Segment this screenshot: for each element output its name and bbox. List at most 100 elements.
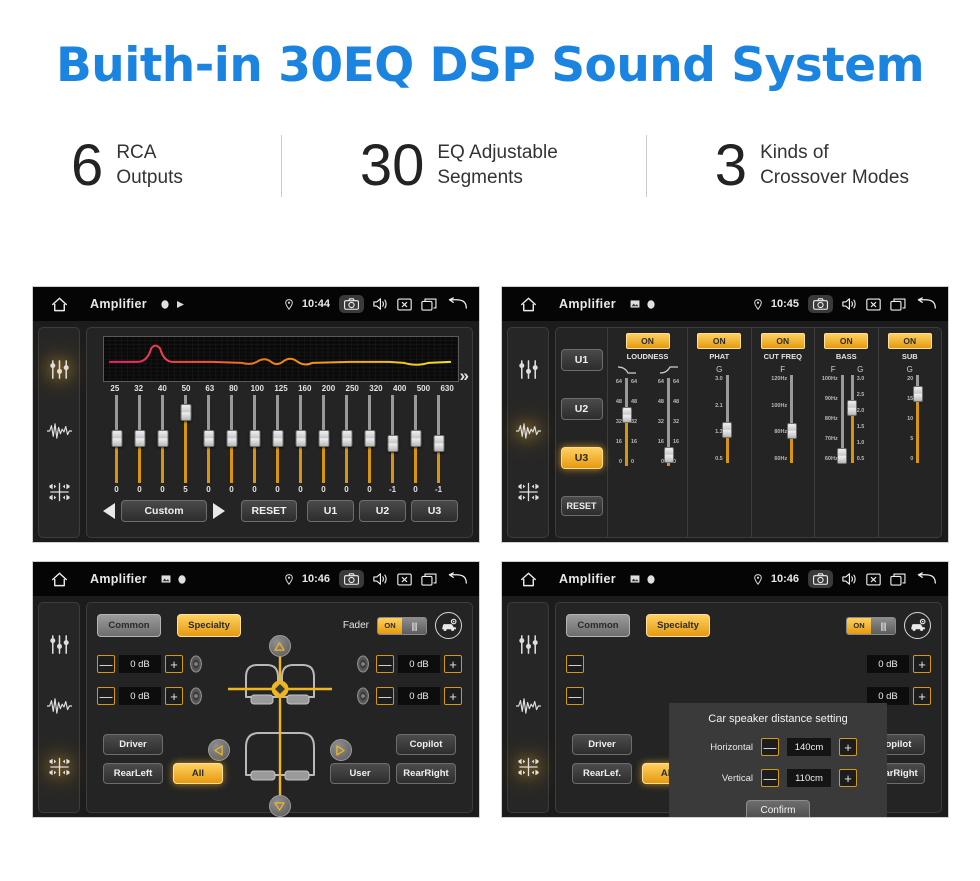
- eq-slider-50[interactable]: 5: [174, 395, 197, 499]
- eq-slider-25[interactable]: 0: [105, 395, 128, 499]
- preset-next-button[interactable]: [213, 503, 225, 519]
- multitask-icon[interactable]: [890, 297, 906, 311]
- slider-track[interactable]: [786, 375, 797, 463]
- eq-slider-track[interactable]: [387, 395, 398, 483]
- eq-slider-100[interactable]: 0: [243, 395, 266, 499]
- slider-curve-down-icon[interactable]: 64 48 32 16 0 64 48 32 16 0: [608, 365, 645, 537]
- balance-fader-icon[interactable]: [517, 756, 540, 783]
- eq-slider-knob[interactable]: [341, 430, 352, 447]
- eq-slider-knob[interactable]: [203, 430, 214, 447]
- camera-icon[interactable]: [339, 295, 364, 313]
- decrement-button[interactable]: —: [566, 687, 584, 705]
- slider-g[interactable]: G 3.0 2.1 1.3 0.5: [709, 365, 733, 537]
- slider-knob[interactable]: [912, 386, 923, 403]
- slider-g[interactable]: G 3.0 2.5 2.0 1.5 1.0 0.5: [847, 365, 871, 537]
- eq-slider-knob[interactable]: [318, 430, 329, 447]
- increment-button[interactable]: +: [444, 655, 462, 673]
- slider-f[interactable]: F 120Hz 100Hz 80Hz 60Hz: [771, 365, 797, 537]
- seat-diagram[interactable]: [207, 635, 352, 817]
- toggle-phat[interactable]: ON: [697, 333, 742, 349]
- decrement-button[interactable]: —: [566, 655, 584, 673]
- eq-slider-knob[interactable]: [272, 430, 283, 447]
- reset-button[interactable]: RESET: [241, 500, 297, 522]
- decrement-button[interactable]: —: [97, 687, 115, 705]
- eq-slider-32[interactable]: 0: [128, 395, 151, 499]
- waveform-icon[interactable]: [515, 696, 541, 721]
- reset-button[interactable]: RESET: [560, 496, 603, 517]
- equalizer-sliders-icon[interactable]: [48, 358, 71, 386]
- decrement-button[interactable]: —: [761, 769, 779, 787]
- position-driver-button[interactable]: Driver: [103, 734, 163, 755]
- equalizer-sliders-icon[interactable]: [48, 633, 71, 661]
- position-user-button[interactable]: User: [330, 763, 390, 784]
- move-down-button[interactable]: [268, 795, 291, 817]
- slider-knob[interactable]: [786, 423, 797, 440]
- slider-track[interactable]: [722, 375, 733, 463]
- home-icon[interactable]: [44, 296, 74, 312]
- eq-slider-track[interactable]: [318, 395, 329, 483]
- user-preset-u3[interactable]: U3: [411, 500, 458, 522]
- eq-slider-knob[interactable]: [111, 430, 122, 447]
- increment-button[interactable]: +: [165, 687, 183, 705]
- increment-button[interactable]: +: [839, 769, 857, 787]
- eq-slider-track[interactable]: [203, 395, 214, 483]
- slider-g[interactable]: G 20 15 10 5 0: [899, 365, 923, 537]
- eq-slider-knob[interactable]: [157, 430, 168, 447]
- eq-slider-track[interactable]: [111, 395, 122, 483]
- eq-slider-630[interactable]: -1: [427, 395, 450, 499]
- increment-button[interactable]: +: [165, 655, 183, 673]
- move-up-button[interactable]: [268, 635, 291, 657]
- multitask-icon[interactable]: [421, 572, 437, 586]
- user-preset-u1[interactable]: U1: [307, 500, 354, 522]
- volume-icon[interactable]: [373, 297, 388, 311]
- home-icon[interactable]: [513, 296, 543, 312]
- decrement-button[interactable]: —: [376, 687, 394, 705]
- eq-slider-knob[interactable]: [134, 430, 145, 447]
- camera-icon[interactable]: [808, 295, 833, 313]
- user-preset-u1[interactable]: U1: [560, 348, 603, 371]
- eq-slider-track[interactable]: [341, 395, 352, 483]
- preset-prev-button[interactable]: [103, 503, 115, 519]
- preset-name[interactable]: Custom: [121, 500, 207, 522]
- position-driver-button[interactable]: Driver: [572, 734, 632, 755]
- user-preset-u3[interactable]: U3: [560, 447, 603, 470]
- tab-specialty[interactable]: Specialty: [646, 614, 710, 637]
- confirm-button[interactable]: Confirm: [746, 800, 810, 817]
- move-left-button[interactable]: [207, 739, 230, 761]
- eq-slider-knob[interactable]: [249, 430, 260, 447]
- position-all-button[interactable]: All: [173, 763, 223, 784]
- slider-curve-up-icon[interactable]: 64 48 32 16 0 64 48 32 16 0: [650, 365, 687, 537]
- volume-icon[interactable]: [373, 572, 388, 586]
- camera-icon[interactable]: [339, 570, 364, 588]
- eq-slider-knob[interactable]: [364, 430, 375, 447]
- eq-slider-160[interactable]: 0: [289, 395, 312, 499]
- eq-slider-track[interactable]: [157, 395, 168, 483]
- close-box-icon[interactable]: [397, 297, 412, 311]
- slider-track[interactable]: [912, 375, 923, 463]
- move-right-button[interactable]: [329, 739, 352, 761]
- back-icon[interactable]: [915, 572, 937, 586]
- eq-slider-knob[interactable]: [433, 435, 444, 453]
- toggle-sub[interactable]: ON: [887, 333, 932, 349]
- eq-slider-500[interactable]: 0: [404, 395, 427, 499]
- eq-slider-track[interactable]: [410, 395, 421, 483]
- eq-slider-40[interactable]: 0: [151, 395, 174, 499]
- balance-fader-icon[interactable]: [48, 481, 71, 508]
- position-rearright-button[interactable]: RearRight: [396, 763, 456, 784]
- eq-slider-track[interactable]: [295, 395, 306, 483]
- equalizer-sliders-icon[interactable]: [517, 633, 540, 661]
- slider-knob[interactable]: [837, 447, 848, 464]
- fader-toggle[interactable]: ON ||||: [846, 616, 896, 635]
- slider-track[interactable]: [847, 375, 858, 463]
- eq-slider-knob[interactable]: [387, 435, 398, 453]
- camera-icon[interactable]: [808, 570, 833, 588]
- slider-knob[interactable]: [621, 406, 632, 423]
- volume-icon[interactable]: [842, 297, 857, 311]
- home-icon[interactable]: [44, 571, 74, 587]
- tab-specialty[interactable]: Specialty: [177, 614, 241, 637]
- eq-slider-track[interactable]: [364, 395, 375, 483]
- slider-knob[interactable]: [663, 447, 674, 464]
- increment-button[interactable]: +: [913, 687, 931, 705]
- back-icon[interactable]: [915, 297, 937, 311]
- waveform-icon[interactable]: [515, 421, 541, 446]
